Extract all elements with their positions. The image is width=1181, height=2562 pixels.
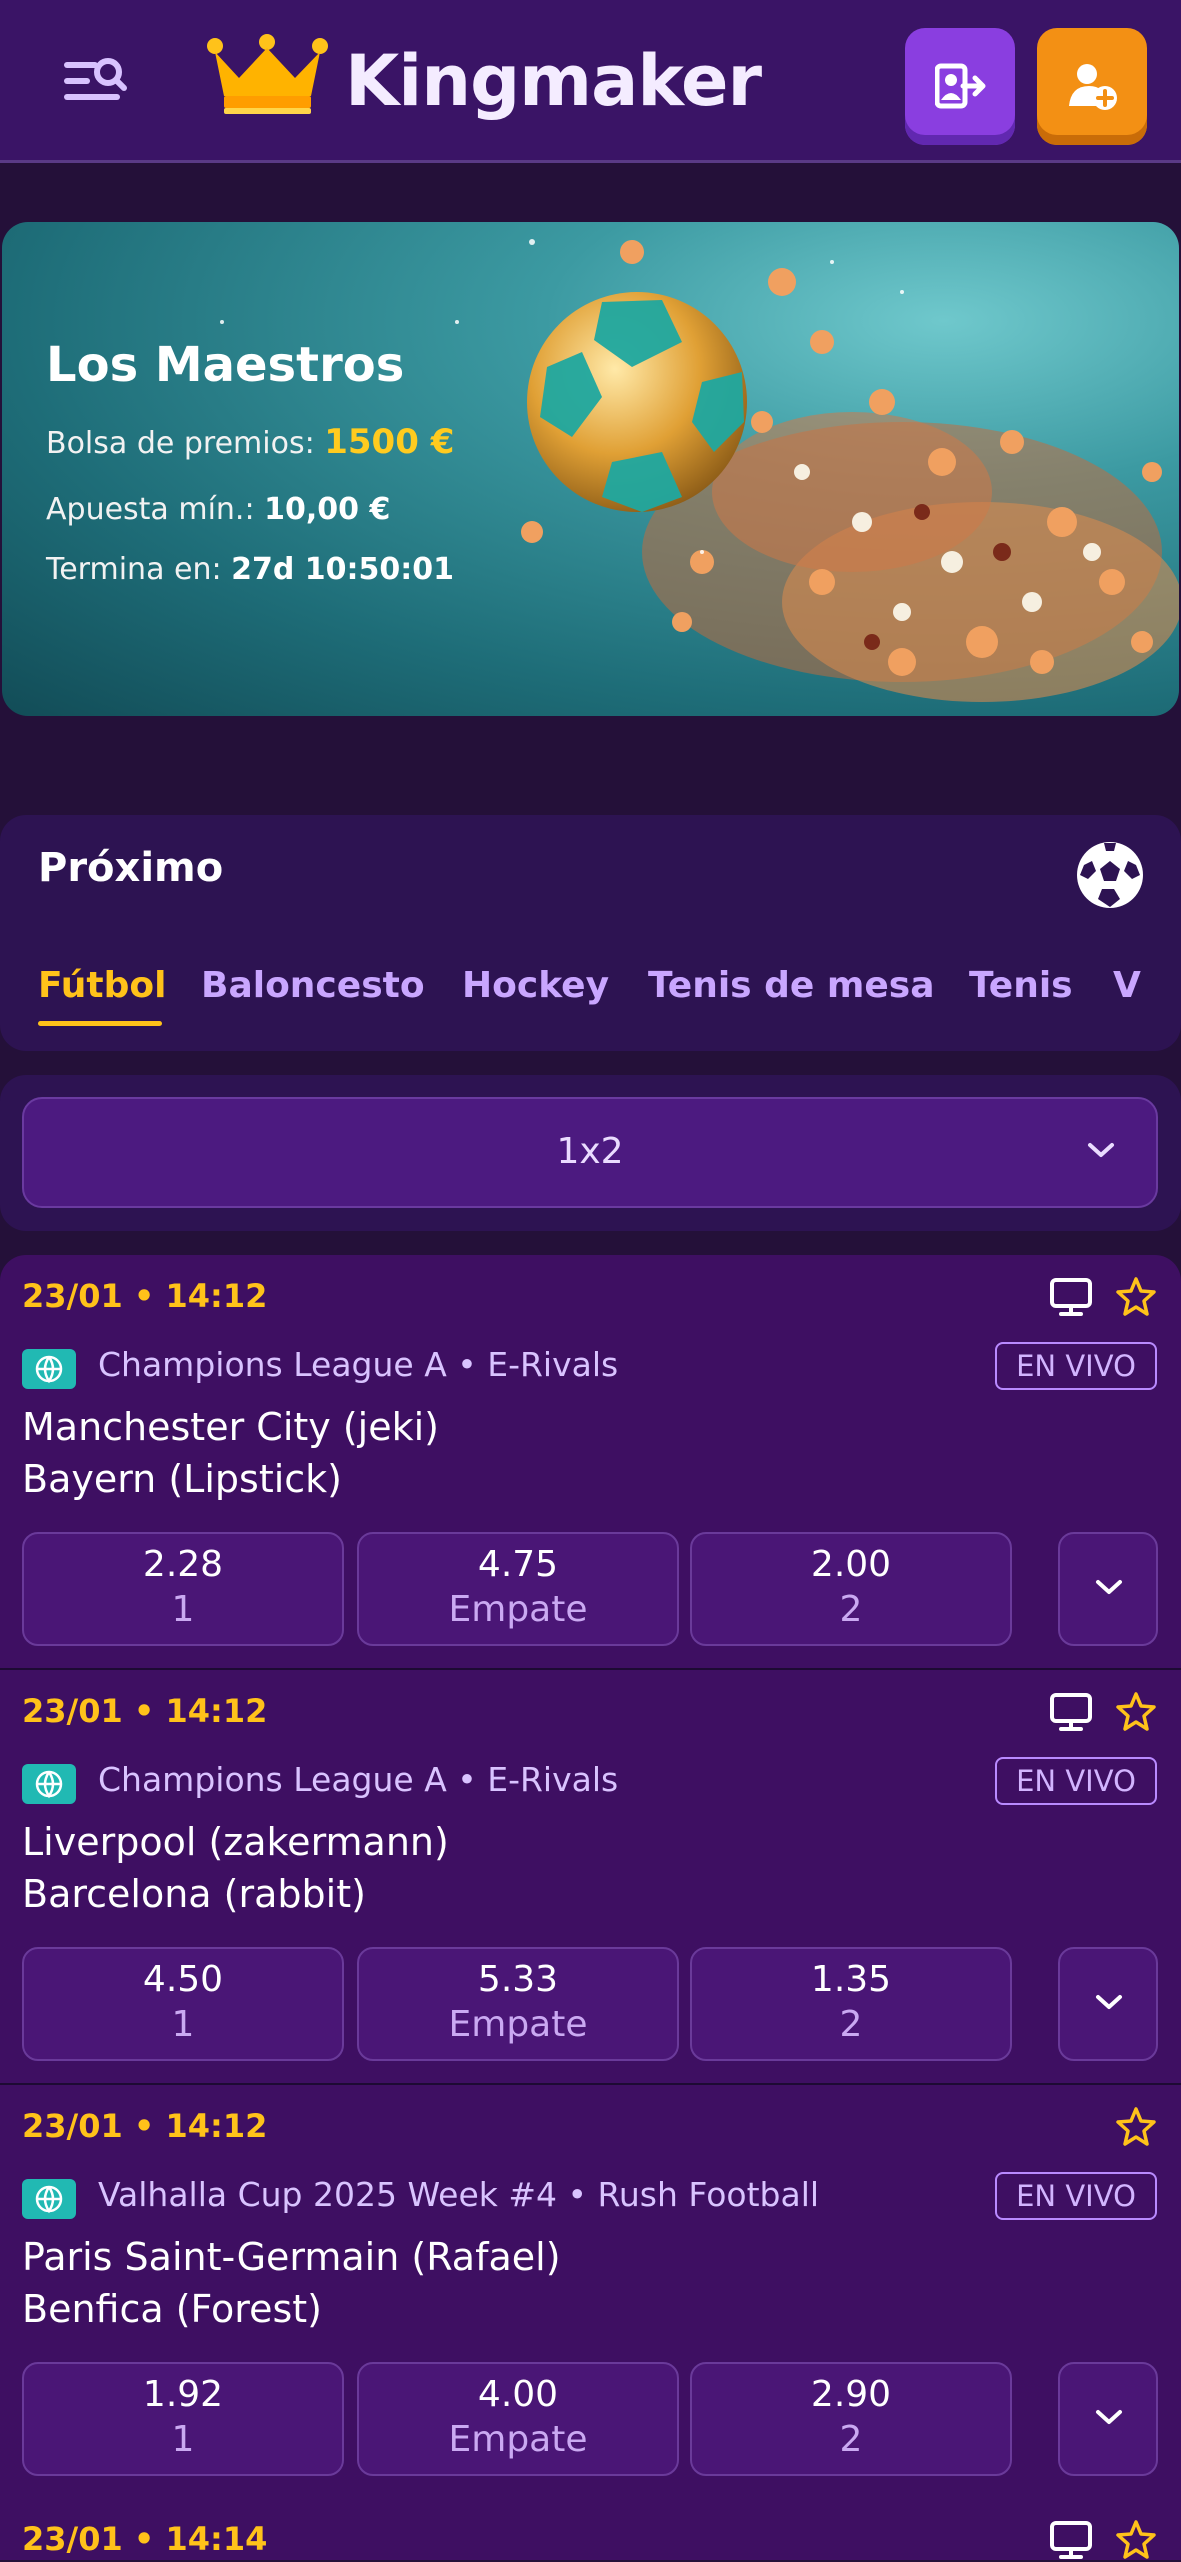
ends-in: Termina en: 27d 10:50:01 [46,552,454,587]
match-card[interactable]: 23/01 • 14:12 Champions League A • E-Riv… [0,1255,1181,1670]
min-bet: Apuesta mín.: 10,00 € [46,492,390,527]
match-card[interactable]: 23/01 • 14:12 Valhalla Cup 2025 Week #4 … [0,2085,1181,2500]
odd-label: Empate [448,1589,588,1630]
upcoming-section: Próximo Fútbol Baloncesto Hockey Tenis d… [0,815,1181,1051]
section-title: Próximo [38,845,224,891]
match-datetime: 23/01 • 14:12 [22,1277,268,1315]
away-team: Benfica (Forest) [22,2287,322,2331]
odd-label: Empate [448,2419,588,2460]
match-datetime: 23/01 • 14:12 [22,2107,268,2145]
live-badge: EN VIVO [995,2172,1157,2220]
league-name: Champions League A • E-Rivals [98,1345,619,1384]
odd-button-away[interactable]: 1.35 2 [690,1947,1012,2061]
live-badge: EN VIVO [995,1757,1157,1805]
active-tab-indicator [38,1021,162,1026]
promo-title: Los Maestros [46,337,405,393]
odd-label: 1 [171,2004,195,2045]
chevron-down-icon [1088,1143,1114,1157]
more-markets-button[interactable] [1058,2362,1158,2476]
ends-in-label: Termina en: [46,552,222,587]
odd-value: 1.92 [142,2374,224,2415]
odd-button-away[interactable]: 2.00 2 [690,1532,1012,1646]
chevron-down-icon [1096,2410,1122,2424]
odd-label: 1 [171,2419,195,2460]
globe-icon [22,1764,76,1804]
ends-in-value: 27d 10:50:01 [231,552,455,587]
match-card[interactable]: 23/01 • 14:12 Champions League A • E-Riv… [0,1670,1181,2085]
odd-value: 1.35 [810,1959,892,2000]
tv-stream-icon[interactable] [1049,2520,1093,2560]
odd-button-draw[interactable]: 4.75 Empate [357,1532,679,1646]
tv-stream-icon[interactable] [1049,1692,1093,1732]
odd-button-home[interactable]: 2.28 1 [22,1532,344,1646]
signup-button[interactable] [1037,28,1147,145]
tab-tenis-de-mesa[interactable]: Tenis de mesa [648,965,935,1006]
odd-value: 2.90 [810,2374,892,2415]
tab-more[interactable]: V [1113,965,1141,1006]
prize-pool: Bolsa de premios: 1500 € [46,422,454,462]
odd-value: 4.00 [477,2374,559,2415]
odd-button-home[interactable]: 1.92 1 [22,2362,344,2476]
odd-button-home[interactable]: 4.50 1 [22,1947,344,2061]
live-badge: EN VIVO [995,1342,1157,1390]
tab-hockey[interactable]: Hockey [462,965,609,1006]
league-name: Champions League A • E-Rivals [98,1760,619,1799]
home-team: Paris Saint-Germain (Rafael) [22,2235,561,2279]
globe-icon [22,2179,76,2219]
soccer-ball-coins-illustration [220,239,1179,702]
prize-pool-value: 1500 € [324,422,455,462]
brand-name: Kingmaker [345,40,762,122]
odd-value: 2.00 [810,1544,892,1585]
min-bet-label: Apuesta mín.: [46,492,255,527]
odd-value: 5.33 [477,1959,559,2000]
menu-search-icon[interactable] [62,52,132,112]
globe-icon [22,1349,76,1389]
odd-label: 1 [171,1589,195,1630]
match-datetime: 23/01 • 14:12 [22,1692,268,1730]
favorite-star-icon[interactable] [1114,1275,1158,1319]
odd-button-draw[interactable]: 4.00 Empate [357,2362,679,2476]
market-filter: 1x2 [0,1075,1181,1231]
more-markets-button[interactable] [1058,1947,1158,2061]
promo-banner[interactable]: Los Maestros Bolsa de premios: 1500 € Ap… [2,222,1179,716]
odd-value: 4.50 [142,1959,224,2000]
crown-logo-icon [205,34,330,118]
add-user-icon [1069,64,1117,110]
home-team: Liverpool (zakermann) [22,1820,449,1864]
match-card[interactable]: 23/01 • 14:14 [0,2498,1181,2560]
app-header: Kingmaker [0,0,1181,163]
odd-value: 4.75 [477,1544,559,1585]
league-name: Valhalla Cup 2025 Week #4 • Rush Footbal… [98,2175,820,2214]
odd-label: 2 [839,1589,863,1630]
login-icon [935,63,986,109]
market-selected-value: 1x2 [556,1131,624,1172]
favorite-star-icon[interactable] [1114,2105,1158,2149]
login-button[interactable] [905,28,1015,145]
chevron-down-icon [1096,1995,1122,2009]
odd-label: 2 [839,2004,863,2045]
favorite-star-icon[interactable] [1114,1690,1158,1734]
tab-baloncesto[interactable]: Baloncesto [201,965,425,1006]
odd-label: 2 [839,2419,863,2460]
away-team: Barcelona (rabbit) [22,1872,366,1916]
match-datetime: 23/01 • 14:14 [22,2520,268,2558]
odd-label: Empate [448,2004,588,2045]
chevron-down-icon [1096,1580,1122,1594]
soccer-ball-icon[interactable] [1074,839,1146,915]
market-select[interactable]: 1x2 [22,1097,1158,1208]
favorite-star-icon[interactable] [1114,2518,1158,2562]
odd-button-draw[interactable]: 5.33 Empate [357,1947,679,2061]
tv-stream-icon[interactable] [1049,1277,1093,1317]
tab-tenis[interactable]: Tenis [969,965,1073,1006]
home-team: Manchester City (jeki) [22,1405,439,1449]
min-bet-value: 10,00 € [264,492,391,527]
away-team: Bayern (Lipstick) [22,1457,342,1501]
odd-button-away[interactable]: 2.90 2 [690,2362,1012,2476]
odd-value: 2.28 [142,1544,224,1585]
prize-pool-label: Bolsa de premios: [46,426,315,461]
tab-futbol[interactable]: Fútbol [38,965,166,1006]
more-markets-button[interactable] [1058,1532,1158,1646]
